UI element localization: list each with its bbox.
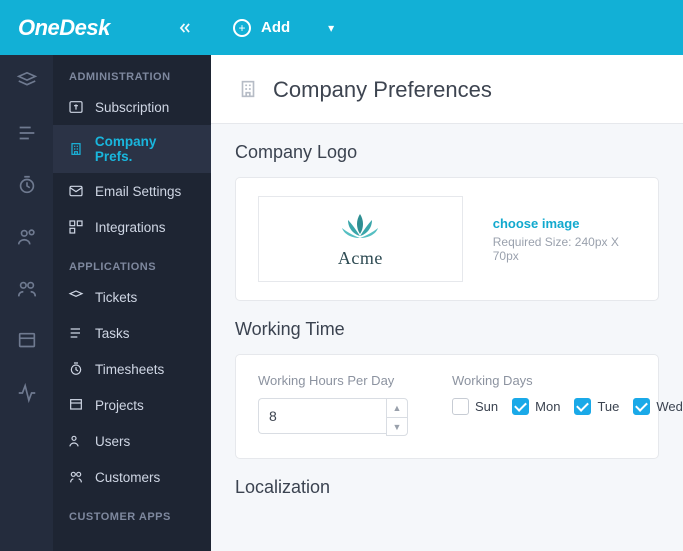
localization-section: Localization	[211, 459, 683, 498]
day-label: Sun	[475, 399, 498, 414]
days-label: Working Days	[452, 373, 683, 388]
company-logo-preview: Acme	[258, 196, 463, 282]
hours-label: Working Hours Per Day	[258, 373, 408, 388]
subscription-icon	[67, 98, 85, 116]
day-label: Tue	[597, 399, 619, 414]
customers-icon	[67, 468, 85, 486]
sidebar-item-customers[interactable]: Customers	[53, 459, 211, 495]
day-checkbox[interactable]	[633, 398, 650, 415]
sidebar-item-timesheets[interactable]: Timesheets	[53, 351, 211, 387]
day-wed[interactable]: Wed	[633, 398, 683, 415]
page-header: Company Preferences	[211, 55, 683, 124]
users-icon	[67, 432, 85, 450]
rail-tasks-icon[interactable]	[15, 121, 39, 145]
plus-icon: +	[233, 19, 251, 37]
hours-per-day-field: Working Hours Per Day ▲ ▼	[258, 373, 408, 436]
sidebar-item-integrations[interactable]: Integrations	[53, 209, 211, 245]
rail-tickets-icon[interactable]	[15, 69, 39, 93]
day-tue[interactable]: Tue	[574, 398, 619, 415]
admin-sidebar: ADMINISTRATION Subscription Company Pref…	[53, 55, 211, 551]
integrations-icon	[67, 218, 85, 236]
choose-image-link[interactable]: choose image	[493, 216, 636, 231]
required-size-text: Required Size: 240px X 70px	[493, 235, 636, 263]
top-bar: OneDesk + Add ▾	[0, 0, 683, 55]
sidebar-item-users[interactable]: Users	[53, 423, 211, 459]
day-mon[interactable]: Mon	[512, 398, 560, 415]
day-label: Mon	[535, 399, 560, 414]
hours-step-up[interactable]: ▲	[387, 399, 407, 417]
working-time-panel: Working Hours Per Day ▲ ▼ Working Days S…	[235, 354, 659, 459]
sidebar-item-company-prefs[interactable]: Company Prefs.	[53, 125, 211, 173]
projects-icon	[67, 396, 85, 414]
rail-timesheet-icon[interactable]	[15, 173, 39, 197]
sidebar-section-administration: ADMINISTRATION	[53, 55, 211, 89]
building-icon	[237, 78, 259, 103]
day-label: Wed	[656, 399, 683, 414]
sidebar-item-subscription[interactable]: Subscription	[53, 89, 211, 125]
building-icon	[67, 140, 85, 158]
logo-panel: Acme choose image Required Size: 240px X…	[235, 177, 659, 301]
logo-company-name: Acme	[338, 248, 383, 269]
lotus-icon	[338, 210, 382, 246]
sidebar-item-projects[interactable]: Projects	[53, 387, 211, 423]
day-sun[interactable]: Sun	[452, 398, 498, 415]
brand-logo: OneDesk	[18, 15, 110, 41]
top-actions: + Add ▾	[211, 19, 334, 37]
section-heading-working-time: Working Time	[235, 319, 659, 340]
sidebar-section-applications: APPLICATIONS	[53, 245, 211, 279]
sidebar-collapse-button[interactable]	[173, 16, 197, 40]
icon-rail	[0, 55, 53, 551]
tasks-icon	[67, 324, 85, 342]
working-time-section: Working Time Working Hours Per Day ▲ ▼	[211, 301, 683, 459]
hours-step-down[interactable]: ▼	[387, 417, 407, 435]
section-heading-localization: Localization	[235, 477, 659, 498]
company-logo-section: Company Logo Acme	[211, 124, 683, 301]
clock-icon	[67, 360, 85, 378]
day-checkbox[interactable]	[574, 398, 591, 415]
sidebar-item-email-settings[interactable]: Email Settings	[53, 173, 211, 209]
sidebar-item-tasks[interactable]: Tasks	[53, 315, 211, 351]
add-button[interactable]: + Add ▾	[233, 19, 334, 37]
sidebar-item-tickets[interactable]: Tickets	[53, 279, 211, 315]
ticket-icon	[67, 288, 85, 306]
rail-customers-icon[interactable]	[15, 277, 39, 301]
day-checkbox[interactable]	[452, 398, 469, 415]
logo-area: OneDesk	[0, 0, 211, 55]
sidebar-section-customer-apps: CUSTOMER APPS	[53, 495, 211, 529]
add-label: Add	[261, 19, 290, 36]
rail-projects-icon[interactable]	[15, 329, 39, 353]
hours-input[interactable]	[258, 398, 386, 434]
page-title: Company Preferences	[273, 77, 492, 103]
day-checkbox[interactable]	[512, 398, 529, 415]
chevron-down-icon: ▾	[328, 21, 334, 35]
section-heading-logo: Company Logo	[235, 142, 659, 163]
envelope-icon	[67, 182, 85, 200]
content-area: Company Preferences Company Logo	[211, 55, 683, 551]
rail-activity-icon[interactable]	[15, 381, 39, 405]
working-days-field: Working Days Sun Mon Tue Wed	[452, 373, 683, 415]
rail-users-icon[interactable]	[15, 225, 39, 249]
